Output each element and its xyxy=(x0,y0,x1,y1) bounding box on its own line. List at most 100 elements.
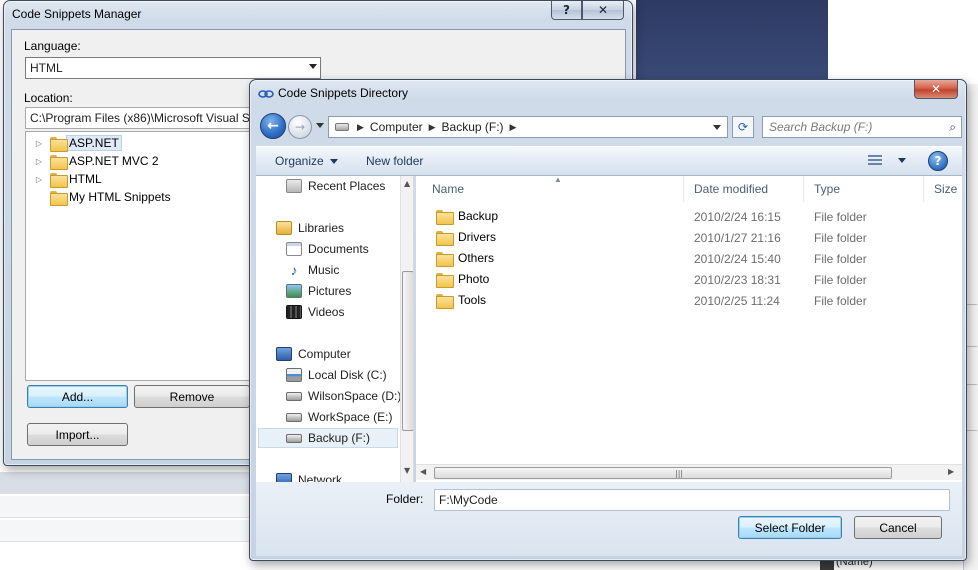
tree-item-aspnet[interactable]: ▷ ASP.NET xyxy=(26,134,122,152)
history-dropdown-icon[interactable] xyxy=(316,123,324,128)
column-header-name[interactable]: Name ▲ xyxy=(416,176,684,202)
back-button[interactable]: ← xyxy=(260,113,286,139)
scroll-up-icon[interactable]: ▲ xyxy=(404,179,410,188)
folder-icon xyxy=(436,251,454,267)
navigation-pane[interactable]: Recent Places Libraries Documents ♪ Music… xyxy=(256,176,414,482)
views-icon[interactable] xyxy=(868,155,882,167)
nav-item-wilsonspace-d[interactable]: WilsonSpace (D:) xyxy=(286,386,401,406)
organize-menu[interactable]: Organize xyxy=(275,154,338,168)
drive-icon xyxy=(286,433,302,443)
remove-button[interactable]: Remove xyxy=(134,385,250,408)
folder-icon xyxy=(50,172,68,188)
file-row[interactable]: Others 2010/2/24 15:40 File folder xyxy=(416,248,962,269)
breadcrumb-backup[interactable]: Backup (F:) xyxy=(438,120,508,134)
search-icon[interactable]: ⌕ xyxy=(949,120,956,135)
folder-icon xyxy=(50,136,68,152)
nav-item-label: Videos xyxy=(308,305,345,319)
nav-item-local-disk-c[interactable]: Local Disk (C:) xyxy=(286,365,387,385)
drive-icon xyxy=(335,123,349,131)
nav-item-label: Documents xyxy=(308,242,369,256)
file-name: Tools xyxy=(458,293,487,307)
new-folder-button[interactable]: New folder xyxy=(366,154,423,168)
nav-item-videos[interactable]: Videos xyxy=(286,302,344,322)
scroll-down-icon[interactable]: ▼ xyxy=(404,466,410,475)
forward-button[interactable]: → xyxy=(288,115,312,139)
file-type: File folder xyxy=(814,231,867,245)
scroll-right-icon[interactable]: ▶ xyxy=(948,467,954,476)
libraries-icon xyxy=(276,221,292,235)
address-bar[interactable]: ▶ Computer ▶ Backup (F:) ▶ xyxy=(328,116,728,138)
file-row[interactable]: Drivers 2010/1/27 21:16 File folder xyxy=(416,227,962,248)
column-header-size[interactable]: Size xyxy=(924,176,962,202)
nav-item-backup-f[interactable]: Backup (F:) xyxy=(258,428,398,448)
chevron-down-icon[interactable] xyxy=(713,125,721,130)
close-button[interactable]: ✕ xyxy=(914,80,958,99)
search-placeholder: Search Backup (F:) xyxy=(769,120,873,134)
nav-item-music[interactable]: ♪ Music xyxy=(286,260,340,280)
chevron-right-icon[interactable]: ▶ xyxy=(427,122,438,133)
close-button[interactable]: ✕ xyxy=(582,1,624,20)
file-type: File folder xyxy=(814,273,867,287)
add-button[interactable]: Add... xyxy=(27,385,128,408)
location-field[interactable]: C:\Program Files (x86)\Microsoft Visual … xyxy=(25,107,265,129)
breadcrumb-computer[interactable]: Computer xyxy=(366,120,427,134)
nav-item-label: Recent Places xyxy=(308,179,386,193)
nav-item-label: WilsonSpace (D:) xyxy=(308,389,402,403)
expand-icon[interactable]: ▷ xyxy=(34,175,44,184)
language-dropdown[interactable]: HTML xyxy=(25,57,321,79)
expand-icon[interactable]: ▷ xyxy=(34,139,44,148)
refresh-icon: ⟳ xyxy=(737,120,749,134)
nav-item-label: Libraries xyxy=(298,221,345,235)
nav-item-libraries[interactable]: Libraries xyxy=(276,218,344,238)
help-icon[interactable]: ? xyxy=(928,151,948,171)
tree-item-html[interactable]: ▷ HTML xyxy=(26,170,105,188)
pictures-icon xyxy=(286,284,302,298)
file-type: File folder xyxy=(814,210,867,224)
file-list-scrollbar[interactable]: ◀ ||| ▶ xyxy=(416,464,962,480)
arrow-left-icon: ← xyxy=(267,118,279,134)
nav-item-computer[interactable]: Computer xyxy=(276,344,351,364)
cancel-button[interactable]: Cancel xyxy=(854,516,942,539)
tree-item-label: HTML xyxy=(69,172,102,186)
nav-item-label: Pictures xyxy=(308,284,352,298)
file-list[interactable]: Name ▲ Date modified Type Size Backup 201… xyxy=(416,176,962,482)
folder-field[interactable]: F:\MyCode xyxy=(434,489,950,511)
expand-icon[interactable]: ▷ xyxy=(34,157,44,166)
nav-item-pictures[interactable]: Pictures xyxy=(286,281,351,301)
tree-item-my-html-snippets[interactable]: My HTML Snippets xyxy=(26,188,174,206)
file-row[interactable]: Tools 2010/2/25 11:24 File folder xyxy=(416,290,962,311)
nav-item-network[interactable]: Network xyxy=(276,470,342,482)
column-header-type[interactable]: Type xyxy=(804,176,924,202)
nav-item-workspace-e[interactable]: WorkSpace (E:) xyxy=(286,407,392,427)
nav-item-documents[interactable]: Documents xyxy=(286,239,369,259)
views-dropdown[interactable] xyxy=(892,153,906,167)
snippet-tree[interactable]: ▷ ASP.NET ▷ ASP.NET MVC 2 ▷ HTML My HTML… xyxy=(25,131,265,381)
drive-icon xyxy=(286,391,302,401)
folder-icon xyxy=(50,154,68,170)
select-folder-button[interactable]: Select Folder xyxy=(738,516,842,539)
folder-label: Folder: xyxy=(386,492,424,506)
language-label: Language: xyxy=(24,39,81,53)
column-header-date[interactable]: Date modified xyxy=(684,176,804,202)
nav-scrollbar[interactable]: ▲ ▼ xyxy=(400,176,413,482)
tree-item-aspnet-mvc2[interactable]: ▷ ASP.NET MVC 2 xyxy=(26,152,162,170)
file-row[interactable]: Photo 2010/2/23 18:31 File folder xyxy=(416,269,962,290)
file-row[interactable]: Backup 2010/2/24 16:15 File folder xyxy=(416,206,962,227)
chevron-right-icon[interactable]: ▶ xyxy=(355,122,366,133)
nav-item-recent-places[interactable]: Recent Places xyxy=(286,176,385,196)
folder-icon xyxy=(50,190,68,206)
file-date: 2010/2/25 11:24 xyxy=(694,294,780,308)
import-button[interactable]: Import... xyxy=(27,423,128,446)
folder-icon xyxy=(436,230,454,246)
scroll-left-icon[interactable]: ◀ xyxy=(420,467,426,476)
nav-item-label: Music xyxy=(308,263,340,277)
help-button[interactable]: ? xyxy=(551,1,582,20)
refresh-button[interactable]: ⟳ xyxy=(732,116,754,138)
scrollbar-thumb[interactable]: ||| xyxy=(434,467,892,479)
code-snippets-directory-dialog: Code Snippets Directory ✕ ← → ▶ Computer… xyxy=(249,79,967,561)
chevron-right-icon[interactable]: ▶ xyxy=(508,122,519,133)
chevron-down-icon xyxy=(898,158,906,164)
search-input[interactable]: Search Backup (F:) ⌕ xyxy=(762,116,962,138)
file-name: Backup xyxy=(458,209,499,223)
scrollbar-thumb[interactable] xyxy=(402,271,413,431)
